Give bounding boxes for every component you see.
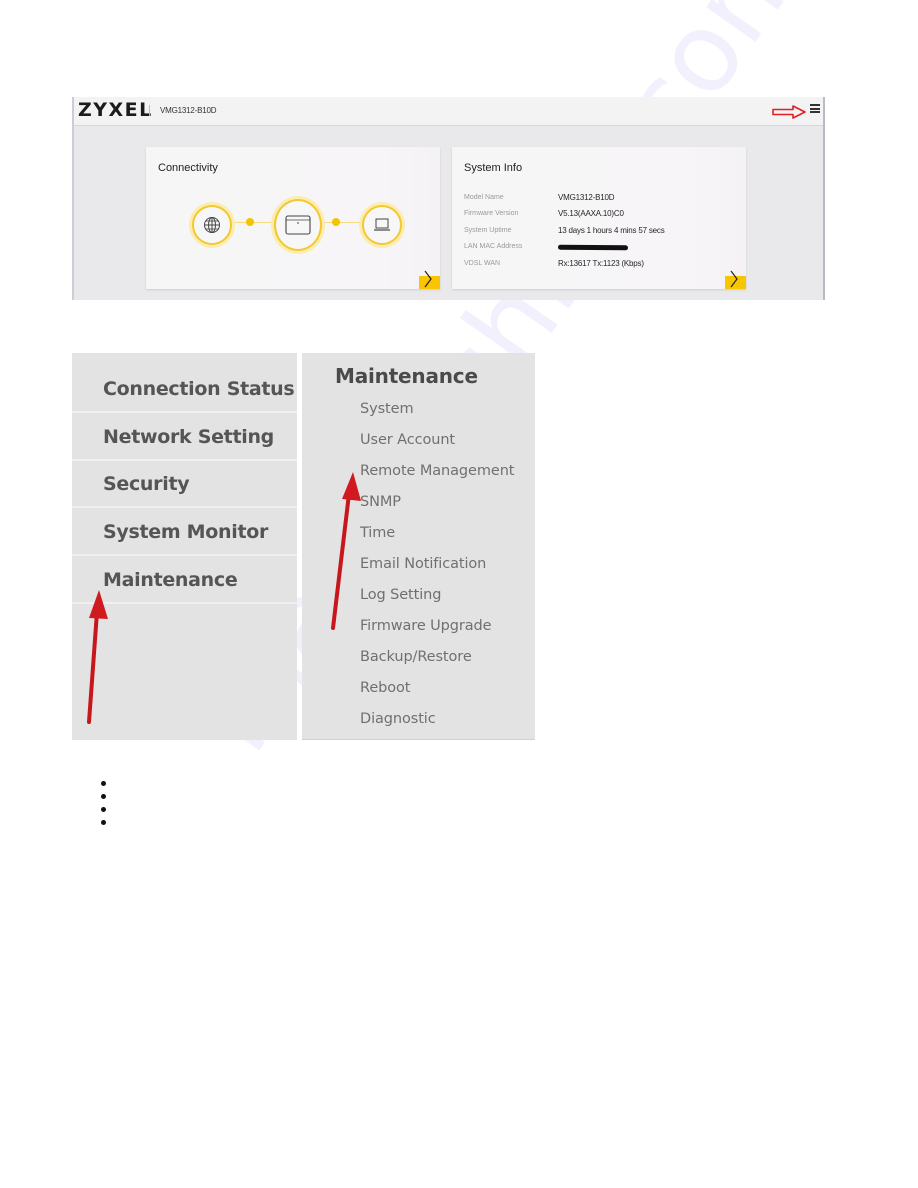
submenu-item-diagnostic[interactable]: Diagnostic	[360, 711, 436, 727]
router-icon[interactable]	[274, 199, 322, 251]
menu-item-network-setting[interactable]: Network Setting	[72, 414, 297, 461]
brand-logo: ZYXEL	[78, 99, 153, 121]
submenu-item-time[interactable]: Time	[360, 525, 395, 541]
submenu-item-log-setting[interactable]: Log Setting	[360, 587, 441, 603]
submenu-item-snmp[interactable]: SNMP	[360, 494, 401, 510]
card-title: System Info	[464, 162, 523, 174]
info-value: Rx:13617 Tx:1123 (Kbps)	[558, 259, 644, 268]
link-line	[320, 222, 364, 223]
submenu-item-user-account[interactable]: User Account	[360, 432, 455, 448]
chevron-right-icon	[424, 270, 432, 288]
submenu-item-firmware-upgrade[interactable]: Firmware Upgrade	[360, 618, 492, 634]
info-label: Firmware Version	[464, 210, 519, 217]
info-value: 13 days 1 hours 4 mins 57 secs	[558, 226, 665, 235]
card-title: Connectivity	[158, 162, 218, 174]
menu-item-connection-status[interactable]: Connection Status	[72, 366, 297, 413]
redacted-mac-address	[557, 244, 629, 251]
info-value: VMG1312-B10D	[558, 193, 615, 202]
model-name: VMG1312-B10D	[160, 106, 217, 115]
top-bar: ZYXEL VMG1312-B10D	[74, 97, 823, 126]
router-dashboard-screenshot: ZYXEL VMG1312-B10D Connectivity System I…	[72, 97, 825, 300]
globe-icon[interactable]	[192, 205, 232, 245]
menu-item-security[interactable]: Security	[72, 461, 297, 508]
status-check-icon	[246, 218, 254, 226]
hamburger-menu-icon[interactable]	[810, 104, 820, 113]
submenu-item-system[interactable]: System	[360, 401, 414, 417]
system-info-next-button[interactable]	[725, 270, 746, 289]
submenu-item-reboot[interactable]: Reboot	[360, 680, 410, 696]
info-label: Model Name	[464, 194, 504, 201]
menu-item-system-monitor[interactable]: System Monitor	[72, 509, 297, 556]
connectivity-next-button[interactable]	[419, 270, 440, 289]
system-info-card: System Info Model Name VMG1312-B10D Firm…	[452, 147, 746, 289]
menu-item-maintenance[interactable]: Maintenance	[72, 557, 297, 604]
main-menu-panel: Connection Status Network Setting Securi…	[72, 353, 297, 740]
submenu-title: Maintenance	[335, 364, 478, 388]
info-label: VDSL WAN	[464, 260, 501, 267]
laptop-icon[interactable]	[362, 205, 402, 245]
submenu-item-remote-management[interactable]: Remote Management	[360, 463, 514, 479]
chevron-right-icon	[730, 270, 738, 288]
connectivity-diagram	[190, 183, 402, 263]
maintenance-submenu-panel: Maintenance System User Account Remote M…	[302, 353, 535, 740]
submenu-item-backup-restore[interactable]: Backup/Restore	[360, 649, 472, 665]
info-value: V5.13(AAXA.10)C0	[558, 209, 624, 218]
info-label: System Uptime	[464, 227, 512, 234]
red-arrow-annotation-icon	[772, 105, 806, 119]
logo-separator	[149, 105, 150, 116]
connectivity-card: Connectivity	[146, 147, 440, 289]
info-label: LAN MAC Address	[464, 243, 523, 250]
submenu-item-email-notification[interactable]: Email Notification	[360, 556, 486, 572]
status-check-icon	[332, 218, 340, 226]
